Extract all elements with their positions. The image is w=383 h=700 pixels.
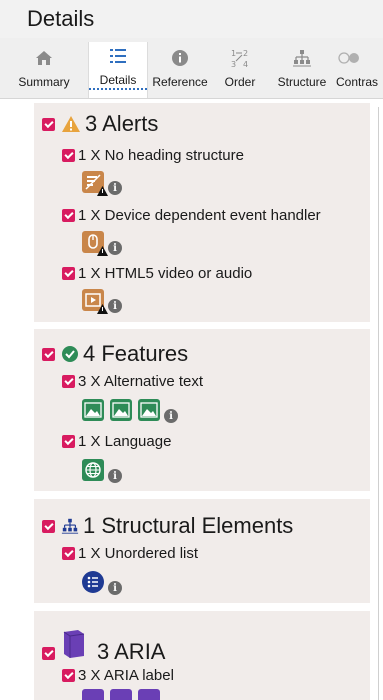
list-item: 1 X Device dependent event handler: [62, 207, 321, 224]
aria-icon: [63, 630, 85, 658]
structure-icon: [293, 50, 311, 67]
tab-label: Details: [89, 73, 147, 90]
svg-text:4: 4: [243, 60, 248, 69]
info-icon[interactable]: i: [108, 299, 122, 313]
item-label: 3 X Alternative text: [78, 373, 204, 390]
structural-title: 1 Structural Elements: [83, 513, 294, 538]
list-item: 1 X HTML5 video or audio: [62, 265, 252, 282]
item-label: 1 X Unordered list: [78, 545, 199, 562]
tab-label: Summary: [18, 75, 70, 89]
list-item: 1 X Language: [62, 433, 171, 450]
item-label: 1 X No heading structure: [78, 147, 244, 164]
aria-section: 3 ARIA 3 X ARIA label: [34, 611, 370, 700]
alerts-checkbox[interactable]: [42, 117, 55, 131]
info-icon[interactable]: i: [108, 469, 122, 483]
tab-label: Order: [224, 75, 256, 89]
info-icon[interactable]: i: [164, 409, 178, 423]
structural-checkbox[interactable]: [42, 519, 55, 533]
aria-label-icon[interactable]: [82, 689, 104, 700]
no-heading-alert-icon[interactable]: [82, 171, 108, 196]
info-icon: [172, 50, 188, 66]
features-checkbox[interactable]: [42, 347, 55, 361]
svg-text:3: 3: [231, 60, 236, 69]
item-checkbox[interactable]: [62, 435, 75, 448]
tab-structure[interactable]: Structure: [270, 44, 334, 96]
tab-order[interactable]: 1 2 3 4 Order: [214, 44, 266, 96]
scrollbar-track[interactable]: [378, 107, 379, 700]
structure-icon: [61, 518, 79, 534]
item-checkbox[interactable]: [62, 149, 75, 162]
image-alt-feature-icon[interactable]: [82, 399, 104, 421]
structural-section: 1 Structural Elements 1 X Unordered list…: [34, 499, 370, 603]
aria-label-icon[interactable]: [110, 689, 132, 700]
item-checkbox[interactable]: [62, 209, 75, 222]
device-dependent-alert-icon[interactable]: [82, 231, 108, 256]
warning-icon: [97, 186, 108, 196]
image-alt-feature-icon[interactable]: [110, 399, 132, 421]
tab-details[interactable]: Details: [88, 42, 148, 98]
alerts-title: 3 Alerts: [85, 111, 159, 136]
list-item: 3 X ARIA label: [62, 667, 174, 684]
page-title: Details: [27, 6, 95, 31]
alerts-section: 3 Alerts 1 X No heading structure i 1 X …: [34, 103, 370, 322]
unordered-list-icon[interactable]: [82, 571, 104, 593]
item-checkbox[interactable]: [62, 267, 75, 280]
aria-title: 3 ARIA: [97, 639, 166, 664]
image-alt-feature-icon[interactable]: [138, 399, 160, 421]
svg-text:2: 2: [243, 49, 248, 58]
warning-icon: [97, 304, 108, 314]
list-item: 1 X No heading structure: [62, 147, 244, 164]
features-title: 4 Features: [83, 341, 189, 366]
info-icon[interactable]: i: [108, 241, 122, 255]
tab-contrast[interactable]: Contras: [336, 44, 383, 96]
list-item: 1 X Unordered list: [62, 545, 198, 562]
item-label: 1 X Language: [78, 433, 172, 450]
check-circle-icon: [62, 346, 78, 362]
details-panel: 3 Alerts 1 X No heading structure i 1 X …: [0, 99, 383, 700]
home-icon: [36, 51, 52, 65]
tab-label: Structure: [277, 75, 327, 89]
tab-summary[interactable]: Summary: [4, 44, 84, 96]
info-icon[interactable]: i: [108, 581, 122, 595]
item-checkbox[interactable]: [62, 375, 75, 388]
tab-label: Reference: [152, 75, 208, 89]
warning-icon: [97, 246, 108, 256]
aria-checkbox[interactable]: [42, 646, 55, 660]
item-checkbox[interactable]: [62, 669, 75, 682]
list-icon: [110, 49, 126, 63]
list-item: 3 X Alternative text: [62, 373, 203, 390]
features-section: 4 Features 3 X Alternative text i 1 X La…: [34, 329, 370, 491]
item-label: 1 X Device dependent event handler: [78, 207, 321, 224]
panel-header: Details: [0, 0, 383, 38]
warning-icon: [62, 116, 80, 132]
item-checkbox[interactable]: [62, 547, 75, 560]
tab-bar: Summary Details Reference 1 2 3 4 Order …: [0, 38, 383, 99]
info-icon[interactable]: i: [108, 181, 122, 195]
aria-label-icon[interactable]: [138, 689, 160, 700]
item-label: 3 X ARIA label: [78, 667, 174, 684]
html5-media-alert-icon[interactable]: [82, 289, 108, 314]
contrast-icon: [338, 52, 359, 64]
item-label: 1 X HTML5 video or audio: [78, 265, 253, 282]
svg-text:1: 1: [231, 49, 236, 58]
tab-order-icon: 1 2 3 4: [231, 49, 248, 69]
language-feature-icon[interactable]: [82, 459, 104, 481]
tab-label: Contras: [336, 75, 379, 89]
tab-reference[interactable]: Reference: [148, 44, 212, 96]
